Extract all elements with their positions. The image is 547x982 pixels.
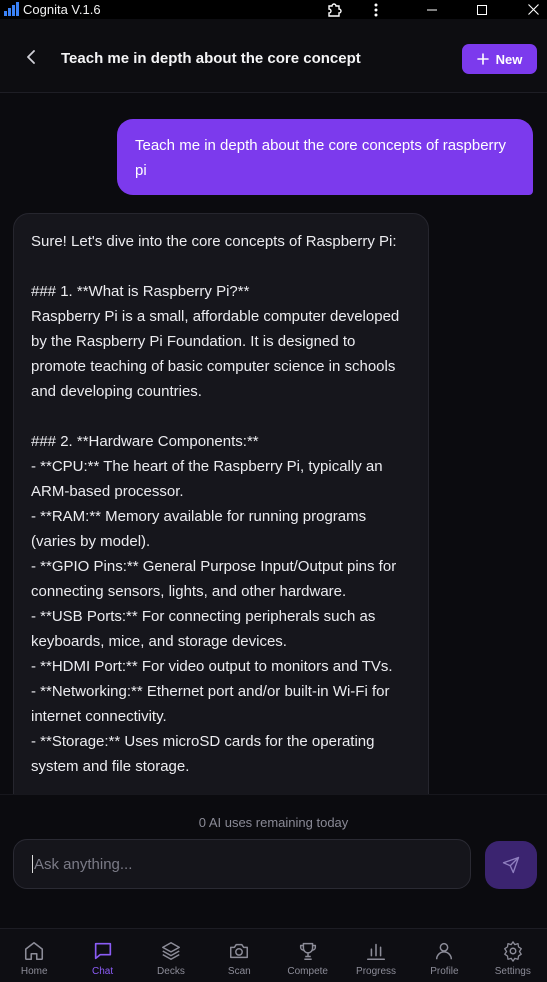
assistant-message: Sure! Let's dive into the core concepts … — [13, 213, 429, 794]
nav-item-decks[interactable]: Decks — [137, 929, 205, 982]
home-icon — [25, 941, 44, 961]
nav-item-compete[interactable]: Compete — [274, 929, 342, 982]
list-item: - **CPU:** The heart of the Raspberry Pi… — [31, 458, 383, 500]
nav-label: Profile — [430, 966, 459, 977]
nav-item-settings[interactable]: Settings — [479, 929, 547, 982]
page-title: Teach me in depth about the core concept — [61, 50, 361, 67]
nav-item-progress[interactable]: Progress — [342, 929, 410, 982]
list-item: - **RAM:** Memory available for running … — [31, 508, 367, 550]
usage-counter: 0 AI uses remaining today — [198, 815, 349, 830]
list-item: - **GPIO Pins:** General Purpose Input/O… — [31, 558, 397, 600]
chat-icon — [94, 942, 111, 960]
minimize-button[interactable] — [418, 0, 446, 19]
nav-label: Progress — [356, 966, 397, 977]
section-heading: ### 2. **Hardware Components:** — [31, 433, 259, 450]
nav-label: Settings — [494, 966, 531, 977]
chevron-left-icon — [27, 50, 35, 64]
gear-icon — [503, 941, 522, 962]
new-chat-button[interactable]: New — [462, 44, 537, 74]
list-item: - **USB Ports:** For connecting peripher… — [31, 608, 376, 650]
section-body: Raspberry Pi is a small, affordable comp… — [31, 308, 400, 400]
ask-input[interactable]: Ask anything... — [13, 839, 471, 889]
trophy-icon — [299, 942, 316, 960]
list-item: - **Networking:** Ethernet port and/or b… — [31, 683, 390, 725]
extension-icon[interactable] — [320, 0, 348, 19]
nav-item-scan[interactable]: Scan — [205, 929, 273, 982]
nav-label: Scan — [227, 966, 251, 977]
nav-label: Chat — [92, 966, 114, 977]
ask-input-placeholder: Ask anything... — [34, 855, 133, 873]
chat-messages[interactable]: Teach me in depth about the core concept… — [0, 94, 547, 794]
layers-icon — [161, 942, 180, 960]
more-vertical-icon[interactable] — [362, 0, 390, 19]
section-heading: ### 1. **What is Raspberry Pi?** — [31, 283, 250, 300]
nav-label: Decks — [157, 966, 185, 977]
nav-item-home[interactable]: Home — [0, 929, 68, 982]
app-logo-icon — [4, 1, 20, 18]
bottom-nav: Home Chat Decks Scan Compete Progress Pr… — [0, 928, 547, 982]
list-item: - **Storage:** Uses microSD cards for th… — [31, 733, 375, 775]
nav-item-chat[interactable]: Chat — [68, 929, 136, 982]
close-button[interactable] — [519, 0, 547, 19]
nav-label: Home — [20, 966, 48, 977]
back-button[interactable] — [20, 45, 44, 69]
camera-icon — [230, 943, 249, 959]
plus-icon — [476, 53, 489, 65]
user-icon — [436, 942, 453, 960]
list-item: - **HDMI Port:** For video output to mon… — [31, 658, 393, 675]
send-icon — [502, 856, 520, 874]
bar-chart-icon — [367, 943, 386, 961]
chat-header: Teach me in depth about the core concept… — [0, 19, 547, 93]
text-caret — [32, 855, 33, 873]
user-message: Teach me in depth about the core concept… — [117, 119, 533, 195]
window-title: Cognita V.1.6 — [23, 2, 101, 17]
nav-label: Compete — [287, 966, 328, 977]
maximize-button[interactable] — [468, 0, 496, 19]
composer: 0 AI uses remaining today Ask anything..… — [0, 794, 547, 928]
window-titlebar: Cognita V.1.6 — [0, 0, 547, 19]
new-chat-label: New — [495, 51, 523, 67]
assistant-intro: Sure! Let's dive into the core concepts … — [31, 233, 397, 250]
send-button[interactable] — [485, 841, 537, 889]
nav-item-profile[interactable]: Profile — [410, 929, 478, 982]
